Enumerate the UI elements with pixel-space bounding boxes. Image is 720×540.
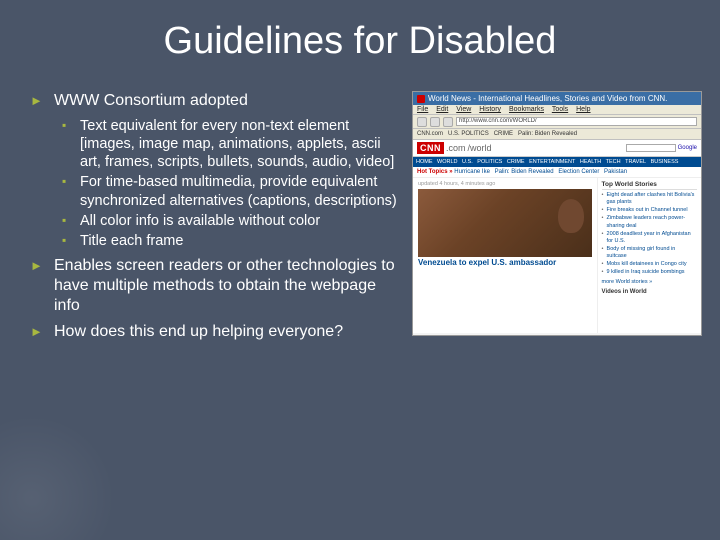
sub-bullet-list: Text equivalent for every non-text eleme… <box>54 117 400 250</box>
url-bar: http://www.cnn.com/WORLD/ <box>456 117 697 126</box>
side-item: Eight dead after clashes hit Bolivia's g… <box>602 192 697 206</box>
side-more-link: more World stories » <box>602 279 697 285</box>
menu-item: History <box>479 106 501 113</box>
forward-button-icon <box>430 117 440 127</box>
hot-item: Palin: Biden Revealed <box>495 169 554 175</box>
bullet-text: Enables screen readers or other technolo… <box>54 257 395 314</box>
nav-item: CRIME <box>507 159 525 165</box>
menu-item: Tools <box>552 106 568 113</box>
browser-menubar: File Edit View History Bookmarks Tools H… <box>413 105 701 115</box>
videos-title: Videos in World <box>602 289 697 295</box>
side-title: Top World Stories <box>602 181 697 190</box>
hot-item: Pakistan <box>604 169 627 175</box>
menu-item: Edit <box>436 106 448 113</box>
bookmark-item: U.S. POLITICS <box>448 131 489 137</box>
cnn-logo: CNN .com /world <box>417 142 492 154</box>
side-item: Body of missing girl found in suitcase <box>602 246 697 260</box>
back-button-icon <box>417 117 427 127</box>
slide-title: Guidelines for Disabled <box>30 20 690 63</box>
cnn-body: updated 4 hours, 4 minutes ago Venezuela… <box>413 178 701 333</box>
browser-toolbar: http://www.cnn.com/WORLD/ <box>413 115 701 129</box>
menu-item: View <box>456 106 471 113</box>
sub-bullet-item: Text equivalent for every non-text eleme… <box>62 117 400 171</box>
slide: Guidelines for Disabled WWW Consortium a… <box>0 0 720 368</box>
search-box <box>626 144 676 152</box>
bookmark-item: CRIME <box>494 131 513 137</box>
lead-photo <box>418 189 592 257</box>
updated-text: updated 4 hours, 4 minutes ago <box>418 181 592 187</box>
nav-item: WORLD <box>437 159 457 165</box>
menu-item: File <box>417 106 428 113</box>
text-column: WWW Consortium adopted Text equivalent f… <box>30 91 400 348</box>
cnn-main: updated 4 hours, 4 minutes ago Venezuela… <box>413 178 597 333</box>
cnn-header: CNN .com /world Google <box>413 140 701 157</box>
window-title: World News - International Headlines, St… <box>428 94 667 103</box>
nav-item: BUSINESS <box>651 159 679 165</box>
menu-item: Help <box>576 106 590 113</box>
hot-label: Hot Topics » <box>417 169 453 175</box>
content-wrapper: WWW Consortium adopted Text equivalent f… <box>30 91 690 348</box>
nav-item: HOME <box>416 159 433 165</box>
hot-item: Hurricane Ike <box>454 169 490 175</box>
side-item: Fire breaks out in Channel tunnel <box>602 207 697 214</box>
nav-item: U.S. <box>462 159 473 165</box>
bullet-text: WWW Consortium adopted <box>54 92 248 109</box>
nav-item: HEALTH <box>580 159 601 165</box>
browser-titlebar: World News - International Headlines, St… <box>413 92 701 105</box>
nav-item: ENTERTAINMENT <box>529 159 575 165</box>
side-item: 9 killed in Iraq suicide bombings <box>602 269 697 276</box>
cnn-logo-sub: .com <box>446 143 466 153</box>
bullet-list: WWW Consortium adopted Text equivalent f… <box>30 91 400 342</box>
bullet-item: Enables screen readers or other technolo… <box>30 256 400 316</box>
side-item: 2008 deadliest year in Afghanistan for U… <box>602 231 697 245</box>
image-column: World News - International Headlines, St… <box>412 91 702 348</box>
nav-item: TECH <box>606 159 621 165</box>
hot-item: Election Center <box>558 169 599 175</box>
favicon-icon <box>417 95 425 103</box>
cnn-nav: HOME WORLD U.S. POLITICS CRIME ENTERTAIN… <box>413 157 701 167</box>
bookmark-item: Palin: Biden Revealed <box>518 131 577 137</box>
nav-item: POLITICS <box>477 159 502 165</box>
bullet-item: WWW Consortium adopted Text equivalent f… <box>30 91 400 250</box>
page-content: CNN .com /world Google HOME WORLD U.S. <box>413 140 701 333</box>
cnn-search: Google <box>626 144 697 152</box>
reload-button-icon <box>443 117 453 127</box>
sub-bullet-item: All color info is available without colo… <box>62 212 400 230</box>
cnn-section: /world <box>468 143 492 153</box>
cnn-sidebar: Top World Stories Eight dead after clash… <box>597 178 701 333</box>
side-item: Mobs kill detainees in Congo city <box>602 261 697 268</box>
bullet-text: How does this end up helping everyone? <box>54 323 343 340</box>
bullet-item: How does this end up helping everyone? <box>30 322 400 342</box>
background-decoration <box>0 400 130 540</box>
menu-item: Bookmarks <box>509 106 544 113</box>
side-list: Eight dead after clashes hit Bolivia's g… <box>602 192 697 277</box>
side-item: Zimbabwe leaders reach power-sharing dea… <box>602 215 697 229</box>
cnn-hot-topics: Hot Topics » Hurricane Ike Palin: Biden … <box>413 167 701 178</box>
bookmarks-bar: CNN.com U.S. POLITICS CRIME Palin: Biden… <box>413 129 701 140</box>
nav-item: TRAVEL <box>625 159 646 165</box>
sub-bullet-item: For time-based multimedia, provide equiv… <box>62 173 400 209</box>
sub-bullet-item: Title each frame <box>62 232 400 250</box>
bookmark-item: CNN.com <box>417 131 443 137</box>
cnn-logo-box: CNN <box>417 142 444 154</box>
browser-screenshot: World News - International Headlines, St… <box>412 91 702 336</box>
search-provider: Google <box>678 145 697 151</box>
lead-headline: Venezuela to expel U.S. ambassador <box>418 259 592 268</box>
